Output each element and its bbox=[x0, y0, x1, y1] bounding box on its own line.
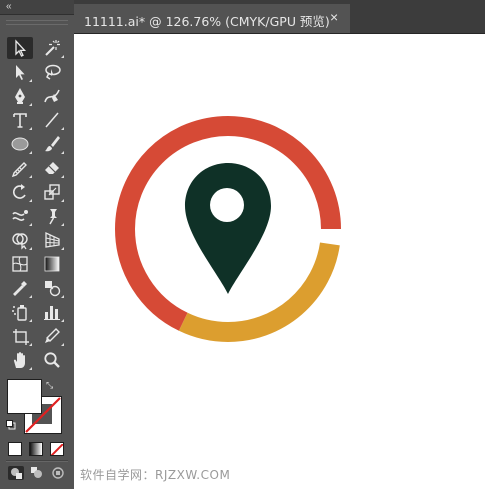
bar-graph-icon bbox=[44, 306, 60, 320]
scale-tool[interactable] bbox=[39, 181, 65, 203]
symbol-sprayer-icon bbox=[12, 305, 27, 321]
eraser-icon bbox=[45, 162, 59, 174]
document-tab[interactable]: 11111.ai* @ 126.76% (CMYK/GPU 预览) × bbox=[74, 4, 350, 33]
type-tool[interactable] bbox=[7, 109, 33, 131]
shape-builder-tool[interactable] bbox=[7, 229, 33, 251]
perspective-grid-tool[interactable] bbox=[39, 229, 65, 251]
pencil-icon bbox=[11, 162, 27, 178]
paintbrush-icon bbox=[45, 136, 60, 152]
perspective-grid-icon bbox=[45, 231, 60, 248]
warp-tool[interactable] bbox=[7, 205, 33, 227]
draw-inside-icon bbox=[52, 467, 64, 479]
document-tab-bar: 11111.ai* @ 126.76% (CMYK/GPU 预览) × bbox=[74, 0, 485, 34]
direct-selection-tool[interactable] bbox=[7, 61, 33, 83]
draw-normal-icon bbox=[11, 468, 22, 479]
line-segment-tool[interactable] bbox=[39, 109, 65, 131]
ellipse-tool[interactable] bbox=[7, 133, 33, 155]
direct-selection-icon bbox=[16, 65, 25, 80]
gradient-tool[interactable] bbox=[39, 253, 65, 275]
warp-icon bbox=[12, 210, 28, 221]
lasso-tool[interactable] bbox=[39, 61, 65, 83]
default-fill-stroke-icon[interactable] bbox=[6, 420, 16, 430]
gradient-icon bbox=[44, 256, 60, 272]
symbol-sprayer-tool[interactable] bbox=[7, 301, 33, 323]
eraser-tool[interactable] bbox=[39, 157, 65, 179]
watermark-text: 软件自学网：RJZXW.COM bbox=[80, 468, 231, 482]
none-mode-button[interactable] bbox=[50, 442, 64, 456]
location-pin-artwork[interactable] bbox=[74, 34, 485, 489]
document-tab-title[interactable]: 11111.ai* @ 126.76% (CMYK/GPU 预览) bbox=[84, 11, 330, 30]
artboard-canvas[interactable]: 软件自学网：RJZXW.COM bbox=[74, 34, 485, 489]
hand-icon bbox=[13, 352, 25, 368]
selection-arrow-icon bbox=[15, 39, 27, 57]
map-pin-icon bbox=[185, 163, 271, 294]
rotate-tool[interactable] bbox=[7, 181, 33, 203]
curvature-icon bbox=[44, 89, 60, 103]
pencil-tool[interactable] bbox=[7, 157, 33, 179]
pen-icon bbox=[15, 88, 25, 104]
gradient-mode-button[interactable] bbox=[29, 442, 43, 456]
mesh-icon bbox=[12, 256, 28, 272]
slice-icon bbox=[45, 328, 60, 343]
none-slash-icon bbox=[51, 443, 63, 455]
blend-tool[interactable] bbox=[39, 277, 65, 299]
paintbrush-tool[interactable] bbox=[39, 133, 65, 155]
type-icon bbox=[13, 113, 27, 128]
magic-wand-icon bbox=[45, 40, 60, 56]
rotate-icon bbox=[12, 184, 26, 199]
zoom-tool[interactable] bbox=[39, 349, 65, 371]
draw-behind-button[interactable] bbox=[29, 466, 45, 480]
eyedropper-icon bbox=[13, 281, 27, 296]
magic-wand-tool[interactable] bbox=[39, 37, 65, 59]
selection-tool[interactable] bbox=[7, 37, 33, 59]
map-pin-hole bbox=[210, 188, 244, 222]
collapse-panel-icon[interactable]: « bbox=[6, 1, 12, 13]
tools-panel: « ⤡ bbox=[0, 0, 74, 489]
tools-panel-header: « bbox=[0, 0, 74, 15]
zoom-icon bbox=[44, 352, 60, 368]
eyedropper-tool[interactable] bbox=[7, 277, 33, 299]
puppet-warp-tool[interactable] bbox=[39, 205, 65, 227]
lasso-icon bbox=[45, 64, 61, 80]
toolbar-divider bbox=[6, 460, 68, 462]
slice-tool[interactable] bbox=[39, 325, 65, 347]
panel-grip[interactable] bbox=[6, 20, 68, 25]
column-graph-tool[interactable] bbox=[39, 301, 65, 323]
mesh-tool[interactable] bbox=[7, 253, 33, 275]
artboard-icon bbox=[13, 329, 29, 345]
curvature-tool[interactable] bbox=[39, 85, 65, 107]
pen-tool[interactable] bbox=[7, 85, 33, 107]
color-mode-button[interactable] bbox=[8, 442, 22, 456]
ellipse-icon bbox=[11, 137, 29, 151]
draw-normal-button[interactable] bbox=[8, 466, 24, 480]
shape-builder-icon bbox=[12, 233, 28, 250]
fill-color-swatch[interactable] bbox=[7, 379, 42, 414]
draw-behind-icon bbox=[31, 467, 42, 478]
blend-icon bbox=[45, 281, 61, 297]
pin-icon bbox=[49, 209, 57, 225]
line-icon bbox=[45, 112, 59, 128]
hand-tool[interactable] bbox=[7, 349, 33, 371]
artboard-tool[interactable] bbox=[7, 325, 33, 347]
draw-inside-button[interactable] bbox=[50, 466, 66, 480]
swap-fill-stroke-icon[interactable]: ⤡ bbox=[46, 380, 53, 391]
close-icon[interactable]: × bbox=[330, 9, 338, 25]
scale-icon bbox=[44, 184, 60, 200]
